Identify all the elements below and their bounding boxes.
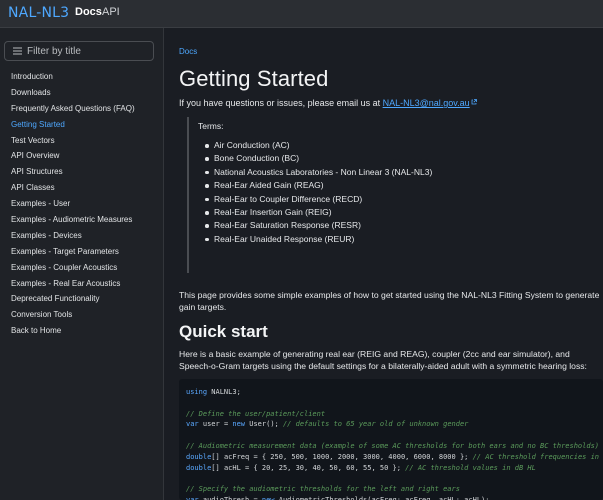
code-text: NALNL3; [207,388,241,396]
code-text: [] acFreq = { 250, 500, 1000, 2000, 3000… [211,452,473,461]
code-comment: // Audiometric measurement data (example… [186,442,600,450]
term-item: Bone Conduction (BC) [205,152,432,165]
sidebar-nav: Introduction Downloads Frequently Asked Qu… [0,70,164,340]
code-keyword: double [186,463,212,472]
code-line: // Define the user/patient/client [186,410,325,418]
code-line: var user = new User(); // defaults to 65… [186,420,468,428]
terms-blockquote: Terms: Air Conduction (AC) Bone Conductio… [187,117,447,273]
sidebar-item-getting-started[interactable]: Getting Started [0,118,164,134]
code-text: AudiometricThresholds(acFreq: acFreq, ac… [274,496,490,500]
term-item: Real-Ear Saturation Response (RESR) [205,219,432,232]
term-item: Real-Ear Insertion Gain (REIG) [205,206,432,219]
main-content: Docs Getting Started If you have questio… [165,28,603,500]
intro-prefix: If you have questions or issues, please … [179,98,383,108]
sidebar-item-downloads[interactable]: Downloads [0,86,164,102]
code-keyword: new [261,496,275,500]
intro-text: If you have questions or issues, please … [179,97,477,108]
code-keyword: new [232,420,246,429]
terms-title: Terms: [198,121,224,131]
sidebar-item-deprecated-functionality[interactable]: Deprecated Functionality [0,292,164,308]
terms-list: Air Conduction (AC) Bone Conduction (BC) N… [205,139,432,246]
nav-docs-link[interactable]: Docs [75,6,102,18]
code-comment: // defaults to 65 year old of unknown ge… [282,420,469,429]
nav-api-link[interactable]: API [102,6,120,18]
sidebar-item-test-vectors[interactable]: Test Vectors [0,134,164,150]
sidebar-item-examples-devices[interactable]: Examples - Devices [0,229,164,245]
code-line: // Specify the audiometric thresholds fo… [186,485,460,493]
code-line: double[] acFreq = { 250, 500, 1000, 2000… [186,453,603,461]
code-comment: // Specify the audiometric thresholds fo… [186,485,460,494]
top-navbar: NAL-NL3 Docs API [0,0,603,28]
term-item: National Acoustics Laboratories - Non Li… [205,166,432,179]
code-block[interactable]: using NALNL3; // Define the user/patient/… [179,379,603,500]
code-keyword: double [186,452,212,461]
quick-start-paragraph: Here is a basic example of generating re… [179,349,587,371]
sidebar-item-examples-user[interactable]: Examples - User [0,197,164,213]
code-keyword: using [186,388,208,396]
sidebar-item-examples-target-parameters[interactable]: Examples - Target Parameters [0,245,164,261]
code-text: audioThresh = [198,496,262,500]
code-keyword: var [186,496,199,500]
page-title: Getting Started [179,66,329,91]
code-line: var audioThresh = new AudiometricThresho… [186,496,489,500]
site-logo[interactable]: NAL-NL3 [8,4,69,22]
sidebar-item-introduction[interactable]: Introduction [0,70,164,86]
intro-paragraph: This page provides some simple examples … [179,290,600,312]
code-comment: // AC threshold frequencies in Hz [472,452,603,461]
code-line: double[] acHL = { 20, 25, 30, 40, 50, 60… [186,464,536,472]
sidebar-item-api-classes[interactable]: API Classes [0,181,164,197]
sidebar: IntroductionDownloadsFrequently Asked Qu… [0,28,164,500]
breadcrumb[interactable]: Docs [179,47,197,56]
code-line: using NALNL3; [186,388,241,396]
sidebar-item-examples-coupler-acoustics[interactable]: Examples - Coupler Acoustics [0,261,164,277]
term-item: Air Conduction (AC) [205,139,432,152]
logo-text: NAL-NL3 [8,5,70,21]
sidebar-item-back-to-home[interactable]: Back to Home [0,324,164,340]
external-link-icon [471,97,477,105]
sidebar-item-api-overview[interactable]: API Overview [0,149,164,165]
term-item: Real-Ear Unaided Response (REUR) [205,233,432,246]
email-link[interactable]: NAL-NL3@nal.gov.au [383,98,470,108]
sidebar-item-frequently-asked-questions-faq[interactable]: Frequently Asked Questions (FAQ) [0,102,164,118]
sidebar-item-api-structures[interactable]: API Structures [0,165,164,181]
code-line: // Audiometric measurement data (example… [186,442,599,450]
code-keyword: var [186,420,199,429]
code-comment: // AC threshold values in dB HL [405,463,536,472]
code-comment: // Define the user/patient/client [186,409,326,418]
section-title-quick-start: Quick start [179,322,268,341]
code-text: [] acHL = { 20, 25, 30, 40, 50, 60, 55, … [211,463,406,472]
term-item: Real-Ear to Coupler Difference (RECD) [205,193,432,206]
term-item: Real-Ear Aided Gain (REAG) [205,179,432,192]
sidebar-item-examples-real-ear-acoustics[interactable]: Examples - Real Ear Acoustics [0,277,164,293]
code-text: user = [198,420,233,429]
filter-box [4,41,154,61]
code-text: User(); [245,420,283,429]
sidebar-item-conversion-tools[interactable]: Conversion Tools [0,308,164,324]
sidebar-item-examples-audiometric-measures[interactable]: Examples - Audiometric Measures [0,213,164,229]
filter-input[interactable] [27,45,147,57]
filter-icon [9,42,25,60]
